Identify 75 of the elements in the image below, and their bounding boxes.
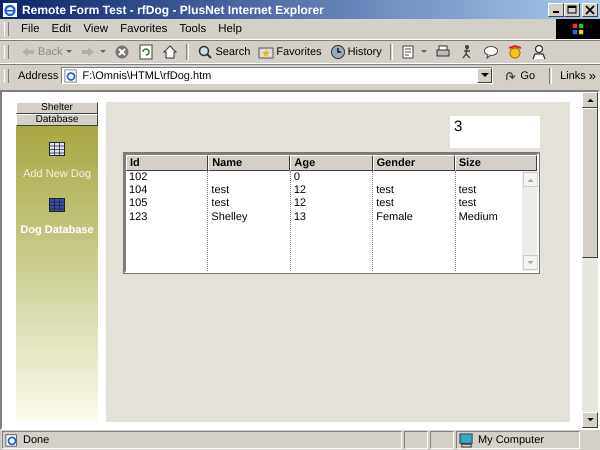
more-links-button[interactable]: »	[588, 68, 600, 83]
browser-icon	[2, 2, 18, 18]
security-zone: My Computer	[456, 431, 580, 449]
table-cell: test	[211, 197, 230, 211]
home-icon	[162, 44, 178, 60]
links-button[interactable]: Links	[558, 70, 586, 82]
close-icon	[585, 4, 595, 14]
table-cell: 123	[129, 210, 148, 224]
count-field[interactable]: 3	[450, 116, 540, 148]
close-button[interactable]	[582, 2, 598, 16]
menu-item[interactable]: Edit	[46, 23, 78, 35]
speech-bubble-icon	[482, 44, 499, 60]
table-cell: test	[376, 184, 394, 198]
table-cell: 12	[294, 197, 306, 211]
person-icon	[530, 44, 547, 60]
status-text: Done	[2, 431, 402, 449]
table-cell: 0	[294, 171, 300, 184]
up-arrow-icon	[586, 98, 594, 102]
scrollbar[interactable]	[522, 171, 537, 271]
minimize-icon	[553, 11, 559, 13]
sidebar-tab[interactable]: Shelter	[16, 102, 98, 114]
table-cell: Female	[376, 210, 413, 224]
back-arrow-icon	[20, 44, 36, 60]
flag-logo-icon	[571, 22, 585, 36]
down-arrow-icon	[586, 418, 594, 422]
table-cell: test	[458, 197, 476, 211]
page-icon	[5, 433, 19, 447]
address-label: Address	[18, 70, 58, 82]
refresh-icon	[138, 44, 154, 60]
page-scrollbar[interactable]	[582, 92, 598, 428]
search-icon	[197, 44, 214, 60]
table-cell: test	[376, 197, 394, 211]
curved-arrow-icon	[504, 69, 518, 82]
address-field[interactable]: F:\Omnis\HTML\rfDog.htm	[61, 67, 494, 84]
menu-item[interactable]: Favorites	[114, 23, 174, 35]
table-cell: Shelley	[211, 210, 248, 224]
table-cell: test	[211, 184, 230, 198]
history-button[interactable]: History	[326, 42, 385, 62]
table-cell: test	[458, 184, 476, 198]
forward-arrow-icon	[80, 44, 96, 60]
column-header[interactable]: Name	[208, 155, 290, 171]
grid-icon	[49, 142, 65, 156]
menu-item[interactable]: Tools	[173, 23, 212, 35]
down-arrow-icon	[527, 260, 534, 264]
favorites-button[interactable]: Favorites	[255, 42, 325, 62]
caret-icon	[100, 50, 106, 54]
caret-icon	[480, 73, 489, 78]
column-header[interactable]: Size	[454, 155, 538, 171]
maximize-icon	[567, 4, 577, 14]
computer-icon	[459, 432, 474, 448]
column-header[interactable]: Gender	[372, 155, 455, 171]
table-cell: 105	[129, 197, 148, 211]
caret-icon	[420, 50, 427, 54]
window-title: Remote Form Test - rfDog - PlusNet Internet Explorer	[22, 2, 325, 16]
maximize-button[interactable]	[564, 2, 580, 16]
menu-item[interactable]: View	[77, 23, 114, 35]
table-cell: 102	[129, 171, 148, 184]
column-header[interactable]: Age	[290, 155, 373, 171]
table-cell: 12	[294, 184, 306, 198]
table-cell: 13	[294, 210, 306, 224]
menu-item[interactable]: Help	[212, 23, 248, 35]
table-cell: Medium	[458, 210, 498, 224]
grid-icon	[49, 198, 65, 212]
page-icon	[64, 68, 78, 82]
column-header[interactable]: Id	[126, 155, 208, 171]
stop-icon	[114, 44, 130, 60]
table-cell: 104	[129, 184, 148, 198]
caret-icon	[66, 50, 72, 54]
clock-icon	[330, 44, 346, 60]
sidebar-tab[interactable]: Database	[16, 114, 98, 126]
up-arrow-icon	[527, 178, 534, 182]
menu-item[interactable]: File	[15, 23, 46, 35]
go-button[interactable]: Go	[496, 69, 544, 82]
minimize-button[interactable]	[548, 2, 564, 16]
search-button[interactable]: Search	[194, 42, 254, 62]
